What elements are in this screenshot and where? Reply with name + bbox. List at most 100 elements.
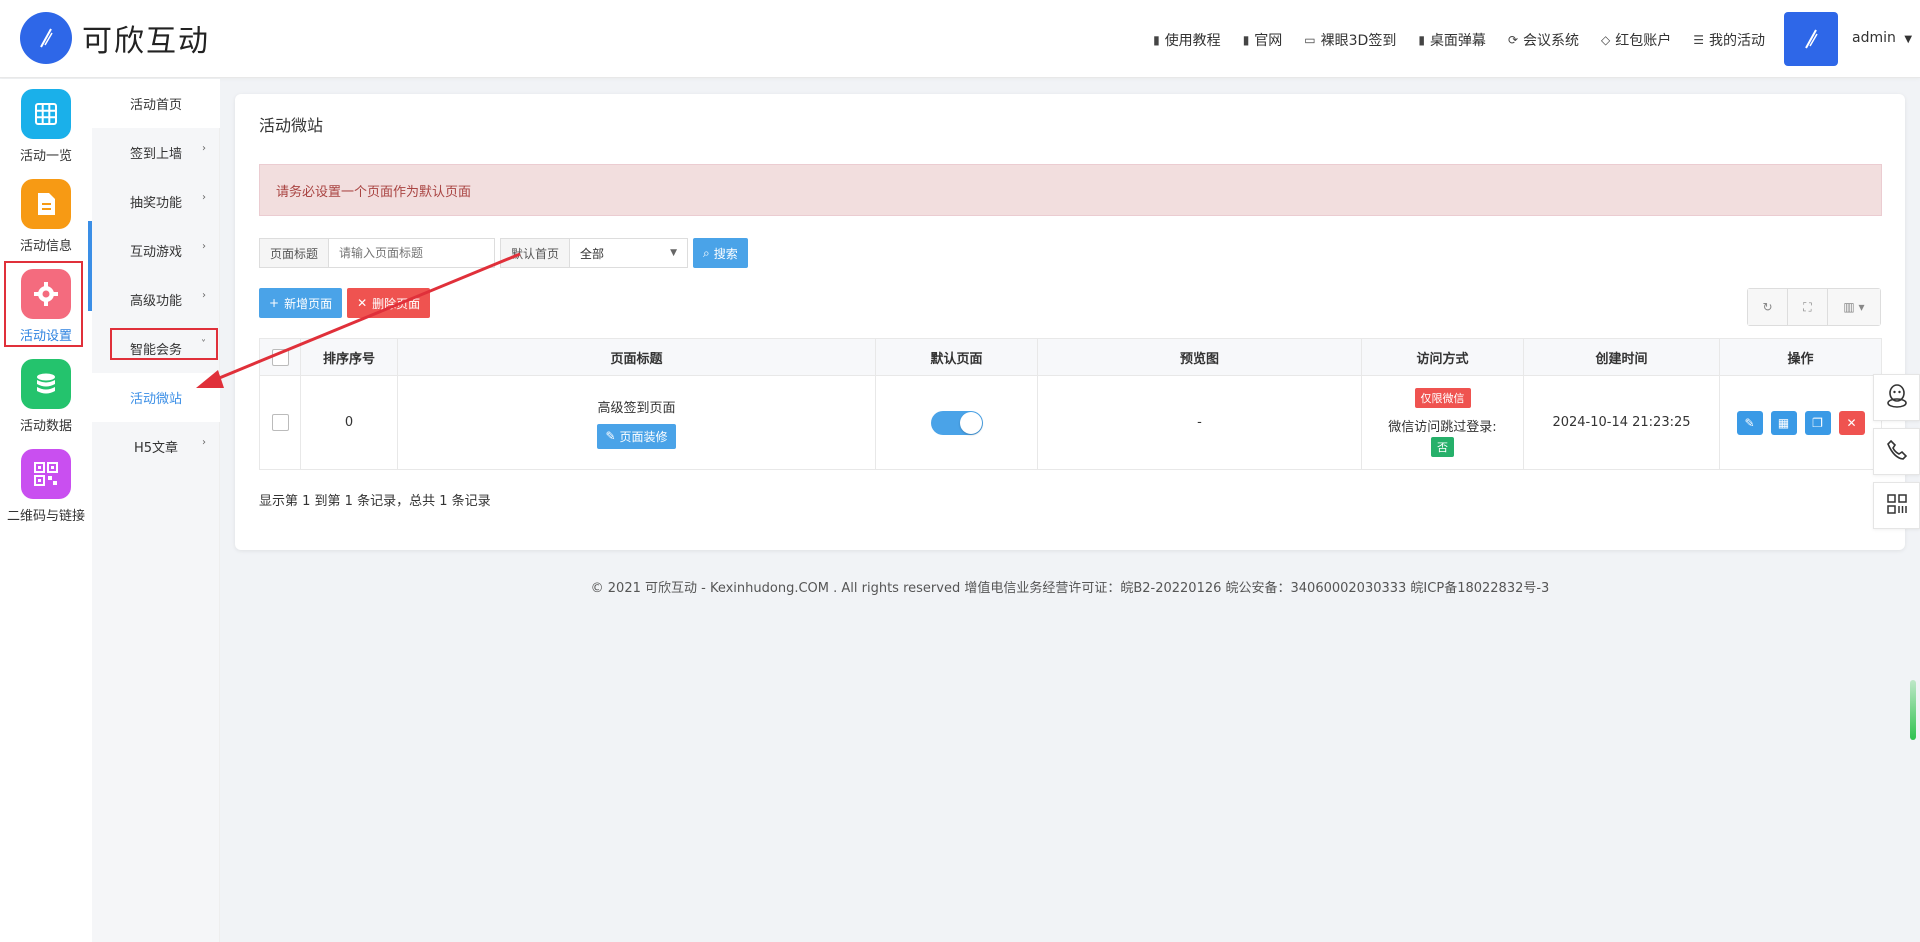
annotation-box-smart-meeting — [110, 328, 218, 360]
submenu-item-games[interactable]: 互动游戏 › — [92, 226, 220, 275]
decorate-page-button[interactable]: ✎ 页面装修 — [597, 423, 676, 449]
col-default: 默认页面 — [875, 338, 1038, 376]
actions-cell: ✎ ▦ ❐ ✕ — [1719, 375, 1882, 470]
add-page-button[interactable]: + 新增页面 — [259, 288, 343, 318]
nav-label: 桌面弹幕 — [1429, 33, 1486, 49]
select-value: 全部 — [580, 246, 605, 261]
document-icon — [21, 179, 71, 229]
title-filter-label: 页面标题 — [259, 238, 330, 268]
nav-website[interactable]: ▮ 官网 — [1243, 30, 1283, 50]
submenu-item-lottery[interactable]: 抽奖功能 › — [92, 177, 220, 226]
copy-icon: ❐ — [1812, 415, 1823, 430]
title-cell: 高级签到页面 ✎ 页面装修 — [397, 375, 876, 470]
avatar[interactable] — [1784, 12, 1838, 66]
sidebar-item-label: 二维码与链接 — [6, 509, 85, 524]
submenu-label: 高级功能 — [129, 294, 182, 309]
col-created: 创建时间 — [1523, 338, 1720, 376]
close-icon: ✕ — [1846, 415, 1857, 430]
nav-desktop-danmaku[interactable]: ▮ 桌面弹幕 — [1418, 30, 1486, 50]
default-filter-label: 默认首页 — [500, 238, 571, 268]
sidebar-item-info[interactable]: 活动信息 — [0, 179, 92, 254]
doc-icon: ▮ — [1153, 33, 1160, 47]
fullscreen-icon[interactable]: ⛶ — [1788, 289, 1828, 325]
chevron-right-icon: › — [202, 437, 206, 448]
annotation-box-settings — [4, 261, 83, 347]
scroll-indicator[interactable] — [1910, 680, 1916, 740]
table-toolbar: ↻ ⛶ ▥ ▾ — [1747, 288, 1881, 326]
submenu-item-advanced[interactable]: 高级功能 › — [92, 275, 220, 324]
default-page-toggle[interactable] — [930, 410, 983, 435]
pencil-icon: ✎ — [1744, 415, 1755, 430]
brand-logo[interactable]: 可欣互动 — [20, 12, 210, 64]
nav-redpacket-account[interactable]: ◇ 红包账户 — [1601, 30, 1671, 50]
col-order: 排序序号 — [300, 338, 398, 376]
submenu-label: 抽奖功能 — [129, 196, 182, 211]
nav-label: 官网 — [1254, 33, 1283, 49]
nav-label: 我的活动 — [1709, 33, 1765, 49]
columns-toggle-icon[interactable]: ▥ ▾ — [1828, 289, 1880, 325]
user-menu[interactable]: admin ▼ — [1852, 30, 1912, 46]
sidebar-item-qrcode[interactable]: 二维码与链接 — [0, 449, 92, 524]
copy-button[interactable]: ❐ — [1804, 410, 1831, 435]
page-title-text: 高级签到页面 — [597, 400, 676, 416]
table-row: 0 高级签到页面 ✎ 页面装修 - 仅限微信 微信访问跳过登录: 否 2024-1… — [259, 375, 1882, 470]
top-header: 可欣互动 ▮ 使用教程 ▮ 官网 ▭ 裸眼3D签到 ▮ 桌面弹幕 ⟳ 会议系统 ◇ 红包账户… — [0, 0, 1920, 78]
submenu-label: 签到上墙 — [129, 147, 182, 162]
submenu-item-home[interactable]: 活动首页 — [92, 79, 220, 128]
submenu-label: 活动首页 — [129, 98, 182, 113]
username: admin — [1852, 30, 1896, 46]
edit-button[interactable]: ✎ — [1736, 410, 1763, 435]
search-icon: ⌕ — [703, 245, 710, 260]
select-all-checkbox[interactable] — [271, 348, 289, 366]
nav-label: 使用教程 — [1164, 33, 1221, 49]
phone-service-button[interactable] — [1873, 428, 1920, 475]
pagination-info: 显示第 1 到第 1 条记录，总共 1 条记录 — [259, 494, 491, 509]
submenu-item-checkin-wall[interactable]: 签到上墙 › — [92, 128, 220, 177]
meeting-icon: ⟳ — [1507, 33, 1518, 47]
qq-service-button[interactable] — [1873, 374, 1920, 421]
toggle-knob — [959, 411, 982, 434]
icon-sidebar: 活动一览 活动信息 活动设置 活动数据 二维码与链接 — [0, 79, 92, 942]
search-button[interactable]: ⌕ 搜索 — [693, 238, 748, 268]
submenu-item-h5-article[interactable]: H5文章 › — [92, 422, 220, 471]
warning-alert: 请务必设置一个页面作为默认页面 — [259, 164, 1882, 216]
order-cell: 0 — [300, 375, 398, 470]
default-cell — [875, 375, 1038, 470]
submenu-item-microsite[interactable]: 活动微站 — [92, 373, 220, 422]
chevron-right-icon: › — [202, 143, 206, 154]
refresh-icon[interactable]: ↻ — [1748, 289, 1788, 325]
nav-my-activities[interactable]: ☰ 我的活动 — [1693, 30, 1765, 50]
col-title: 页面标题 — [397, 338, 876, 376]
nav-tutorial[interactable]: ▮ 使用教程 — [1153, 30, 1221, 50]
title-search-input[interactable] — [329, 238, 496, 268]
pages-table: 排序序号 页面标题 默认页面 预览图 访问方式 创建时间 操作 0 高级签到页面… — [259, 338, 1882, 470]
delete-page-button[interactable]: ✕ 删除页面 — [347, 288, 431, 318]
default-page-select[interactable]: 全部 ▼ — [570, 238, 689, 268]
doc-icon: ▮ — [1242, 33, 1250, 47]
action-buttons: + 新增页面 ✕ 删除页面 — [259, 288, 431, 318]
doc-icon: ▮ — [1418, 33, 1425, 47]
nav-3d-checkin[interactable]: ▭ 裸眼3D签到 — [1304, 30, 1396, 50]
sub-menu: 活动首页 签到上墙 › 抽奖功能 › 互动游戏 › 高级功能 › 智能会务 ˅ 活动微站 … — [92, 79, 220, 942]
penguin-icon — [1886, 383, 1908, 412]
caret-down-icon: ▼ — [670, 248, 678, 258]
nav-label: 红包账户 — [1615, 33, 1672, 49]
row-checkbox[interactable] — [271, 414, 289, 431]
brand-name: 可欣互动 — [82, 24, 210, 59]
qrcode-service-button[interactable] — [1873, 482, 1920, 529]
col-access: 访问方式 — [1361, 338, 1524, 376]
sidebar-item-overview[interactable]: 活动一览 — [0, 89, 92, 164]
chevron-right-icon: › — [202, 290, 206, 301]
close-icon: ✕ — [357, 296, 368, 310]
database-icon — [21, 359, 71, 409]
delete-button[interactable]: ✕ — [1838, 410, 1865, 435]
table-header-row: 排序序号 页面标题 默认页面 预览图 访问方式 创建时间 操作 — [259, 338, 1882, 376]
button-label: 新增页面 — [284, 296, 333, 311]
top-nav: ▮ 使用教程 ▮ 官网 ▭ 裸眼3D签到 ▮ 桌面弹幕 ⟳ 会议系统 ◇ 红包账户 ☰ 我的活… — [1153, 30, 1765, 50]
submenu-label: 互动游戏 — [129, 245, 182, 260]
nav-meeting-system[interactable]: ⟳ 会议系统 — [1508, 30, 1579, 50]
sidebar-item-data[interactable]: 活动数据 — [0, 359, 92, 434]
sidebar-item-label: 活动一览 — [19, 149, 72, 164]
phone-icon — [1886, 439, 1908, 465]
qrcode-button[interactable]: ▦ — [1770, 410, 1797, 435]
